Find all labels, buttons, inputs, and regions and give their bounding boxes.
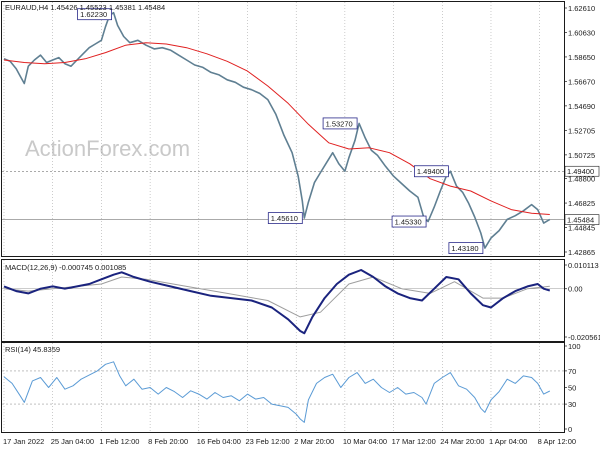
x-tick-label: 8 Apr 12:00 xyxy=(538,437,576,446)
x-tick-label: 17 Mar 12:00 xyxy=(392,437,436,446)
macd-header: MACD(12,26,9) -0.000745 0.001085 xyxy=(5,263,126,272)
price-level-label: 1.45484 xyxy=(567,216,594,225)
price-y-tick-label: 1.58650 xyxy=(568,53,595,62)
rsi-y-tick-label: 30 xyxy=(568,400,576,409)
rsi-y-tick-label: 0 xyxy=(568,425,572,434)
x-tick-label: 24 Mar 20:00 xyxy=(440,437,484,446)
rsi-y-tick-label: 70 xyxy=(568,367,576,376)
macd-line xyxy=(3,269,551,335)
x-tick-label: 23 Feb 12:00 xyxy=(245,437,289,446)
price-level-label: 1.49400 xyxy=(567,167,594,176)
rsi-panel-frame xyxy=(1,342,565,433)
price-y-tick-label: 1.46825 xyxy=(568,199,595,208)
price-y-tick-label: 1.42865 xyxy=(568,248,595,257)
price-header: EURAUD,H4 1.45426 1.45523 1.45381 1.4548… xyxy=(5,3,165,12)
price-y-tick-label: 1.60630 xyxy=(568,28,595,37)
rsi-y-tick-label: 50 xyxy=(568,384,576,393)
x-tick-label: 10 Mar 04:00 xyxy=(343,437,387,446)
x-tick-label: 1 Apr 04:00 xyxy=(489,437,527,446)
macd-layer xyxy=(3,269,551,335)
macd-y-tick-label: 0.010113 xyxy=(568,261,599,270)
rsi-y-tick-label: 100 xyxy=(568,342,581,351)
price-layer: 1.622301.456101.532701.494001.453301.431… xyxy=(2,8,564,255)
price-y-tick-label: 1.56670 xyxy=(568,77,595,86)
annotation-label: 1.45330 xyxy=(395,218,422,227)
macd-y-tick-label: 0.00 xyxy=(568,285,583,294)
price-y-tick-label: 1.52705 xyxy=(568,126,595,135)
annotation-label: 1.49400 xyxy=(417,167,444,176)
annotation-label: 1.45610 xyxy=(271,214,298,223)
x-tick-label: 2 Mar 20:00 xyxy=(294,437,334,446)
chart-root: ActionForex.com 1.62230 1.45610 1.53270 1.4… xyxy=(0,0,600,450)
price-y-tick-label: 1.62610 xyxy=(568,4,595,13)
price-y-tick-label: 1.50725 xyxy=(568,151,595,160)
x-tick-label: 25 Jan 04:00 xyxy=(51,437,94,446)
chart-svg: ActionForex.com 1.622301.456101.532701.4… xyxy=(1,1,600,446)
price-y-tick-label: 1.54690 xyxy=(568,102,595,111)
annotation-label: 1.53270 xyxy=(326,119,353,128)
annotation-label: 1.43180 xyxy=(451,244,478,253)
watermark: ActionForex.com xyxy=(25,136,190,161)
x-tick-label: 17 Jan 2022 xyxy=(3,437,44,446)
rsi-header: RSI(14) 45.8359 xyxy=(5,345,60,354)
x-tick-label: 16 Feb 04:00 xyxy=(197,437,241,446)
x-tick-label: 1 Feb 12:00 xyxy=(99,437,139,446)
macd-y-tick-label: -0.020561 xyxy=(568,333,600,342)
moving-average-line xyxy=(3,42,550,215)
x-tick-label: 8 Feb 20:00 xyxy=(148,437,188,446)
axis-layer: 17 Jan 2022 25 Jan 04:00 1 Feb 12:00 8 Feb … xyxy=(3,4,600,446)
